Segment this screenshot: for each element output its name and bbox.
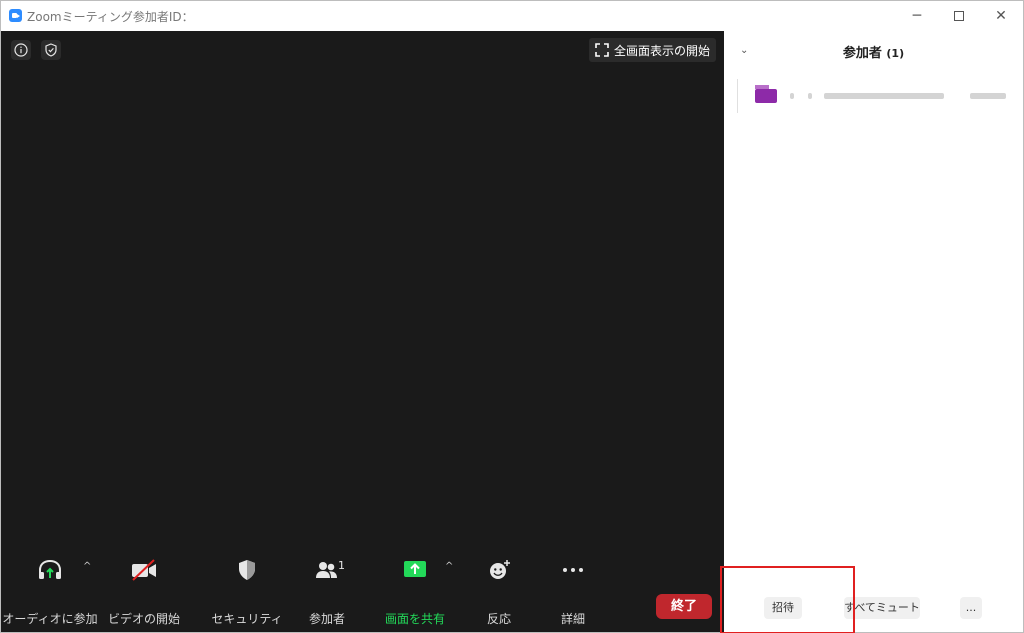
maximize-icon: [954, 11, 964, 21]
more-button[interactable]: 詳細: [547, 549, 599, 633]
panel-title-text: 参加者: [842, 46, 882, 61]
security-label: セキュリティ: [211, 612, 283, 626]
more-label: 詳細: [560, 612, 585, 626]
start-video-button[interactable]: ビデオの開始: [105, 549, 183, 633]
blurred-participant-name: [824, 93, 944, 99]
panel-participant-count: (1): [886, 47, 905, 60]
panel-title: 参加者 (1): [724, 42, 1023, 61]
participants-panel: ⌄ 参加者 (1) 招待 すべてミュート ...: [724, 31, 1023, 632]
participants-count-badge: 1: [338, 559, 345, 572]
close-button[interactable]: ✕: [986, 5, 1016, 27]
fullscreen-icon: [595, 43, 609, 57]
zoom-logo-icon: [9, 9, 22, 22]
minimize-button[interactable]: ─: [902, 5, 932, 27]
title-bar: Zoomミーティング参加者ID： ─ ✕: [1, 1, 1023, 31]
window-title: Zoomミーティング参加者ID：: [27, 10, 194, 24]
mute-all-button[interactable]: すべてミュート: [844, 597, 920, 619]
participants-button[interactable]: 1 参加者: [297, 549, 357, 633]
headphone-icon: [39, 559, 61, 579]
zoom-window: Zoomミーティング参加者ID： ─ ✕ 全画面表示の開始 オーディオに参加 ^…: [0, 0, 1024, 633]
fullscreen-label: 全画面表示の開始: [614, 43, 711, 58]
emoji-icon: [490, 560, 510, 579]
meeting-info-button[interactable]: [11, 40, 31, 60]
shield-icon: [45, 43, 57, 57]
ellipsis-icon: [563, 568, 583, 572]
share-screen-label: 画面を共有: [384, 612, 445, 626]
security-button[interactable]: セキュリティ: [211, 549, 283, 633]
audio-options-caret[interactable]: ^: [83, 561, 91, 572]
join-audio-label: オーディオに参加: [2, 612, 98, 626]
info-icon: [14, 43, 28, 57]
avatar: [755, 85, 777, 103]
panel-more-button[interactable]: ...: [960, 597, 982, 619]
share-screen-button[interactable]: 画面を共有: [379, 549, 451, 633]
blurred-name-segment: [970, 93, 1006, 99]
participants-label: 参加者: [308, 612, 345, 626]
shield-icon: [239, 560, 255, 580]
reactions-label: 反応: [486, 612, 511, 626]
start-video-label: ビデオの開始: [107, 612, 180, 626]
fullscreen-button[interactable]: 全画面表示の開始: [589, 38, 716, 62]
maximize-button[interactable]: [944, 5, 974, 27]
blurred-name-segment: [790, 93, 794, 99]
meeting-toolbar: オーディオに参加 ^ ビデオの開始 セキュリティ 1 参加者 画面を共有 ^ 反…: [1, 549, 724, 633]
blurred-name-segment: [808, 93, 812, 99]
people-icon: [316, 562, 337, 578]
highlight-box: [720, 566, 855, 633]
share-screen-icon: [404, 561, 426, 577]
end-meeting-button[interactable]: 終了: [656, 594, 712, 619]
share-options-caret[interactable]: ^: [445, 561, 453, 572]
participant-row[interactable]: [737, 79, 1007, 113]
video-off-icon: [132, 559, 156, 581]
encryption-button[interactable]: [41, 40, 61, 60]
reactions-button[interactable]: 反応: [473, 549, 525, 633]
video-area: 全画面表示の開始: [1, 31, 724, 632]
